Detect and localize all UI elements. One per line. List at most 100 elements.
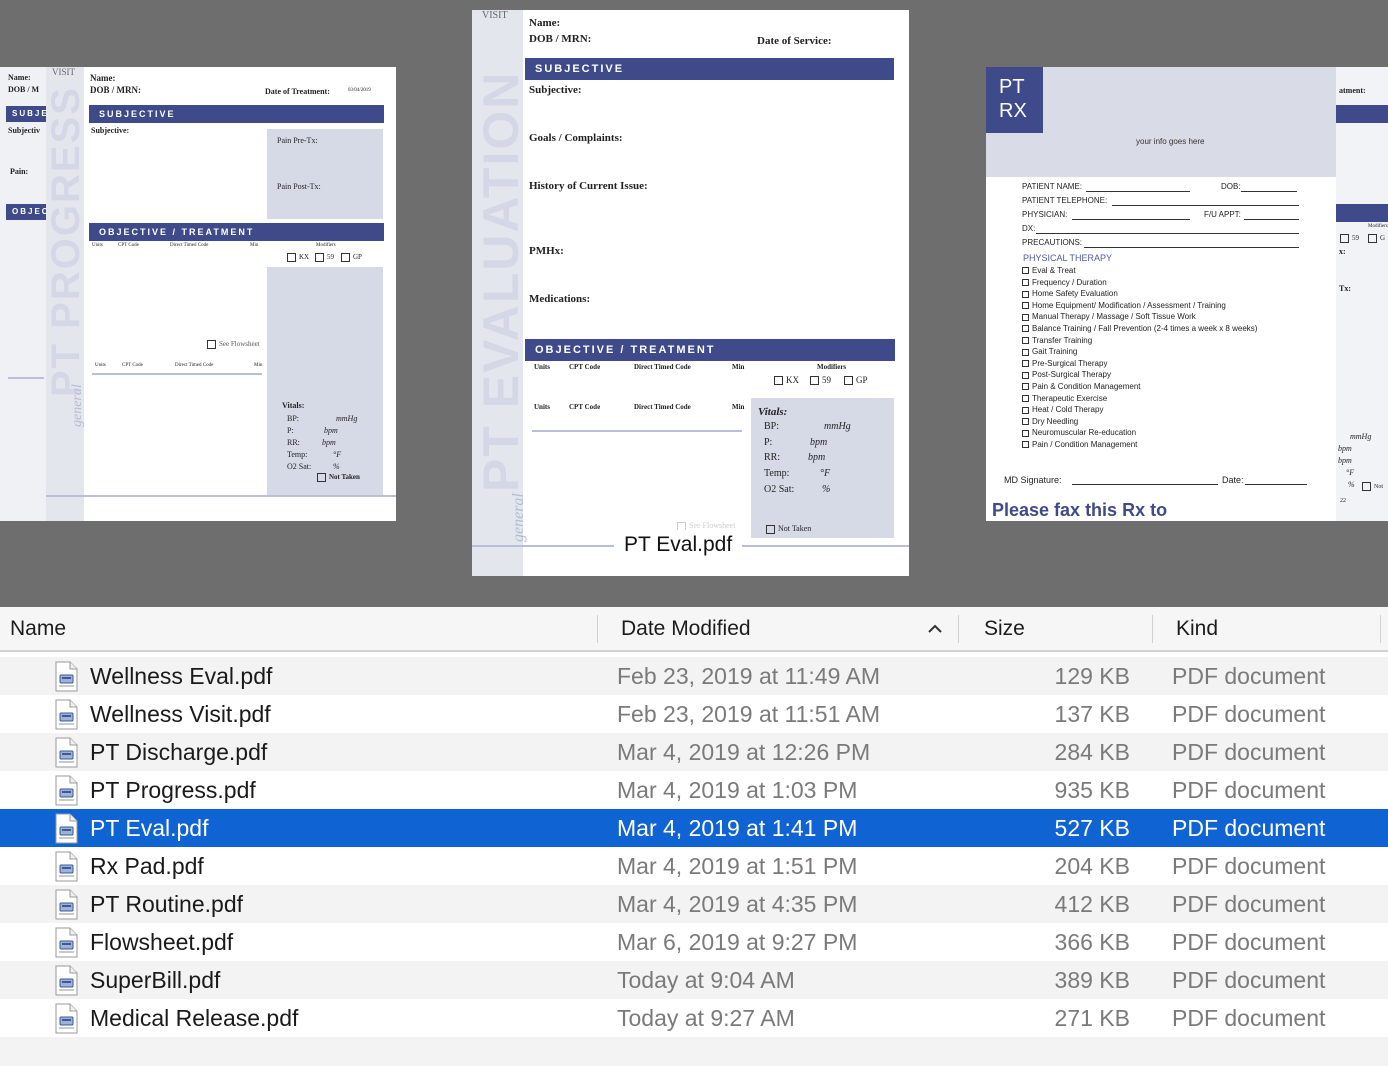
file-row[interactable]: PT Discharge.pdf Mar 4, 2019 at 12:26 PM 2… [0, 733, 1388, 771]
file-row[interactable]: PT Progress.pdf Mar 4, 2019 at 1:03 PM 935… [0, 771, 1388, 809]
objective-band: OBJECTIVE / TREATMENT [525, 339, 895, 361]
pdf-file-icon [53, 889, 79, 920]
column-divider[interactable] [1152, 615, 1153, 643]
pdf-file-icon [53, 1003, 79, 1034]
modifiers-header: Modifiers [817, 363, 847, 371]
back-not-taken: Not [1362, 482, 1383, 491]
file-date-modified: Mar 4, 2019 at 1:51 PM [617, 853, 858, 879]
goals-label: Goals / Complaints: [529, 132, 623, 144]
min-header: Min [250, 243, 259, 248]
info-placeholder: your info goes here [1136, 137, 1205, 146]
back-modifiers: Modifiers [1368, 224, 1388, 229]
checkbox-icon [1022, 429, 1029, 437]
pdf-file-icon [53, 851, 79, 882]
file-row[interactable]: Wellness Eval.pdf Feb 23, 2019 at 11:49 A… [0, 657, 1388, 695]
rx-logo: PT RX [986, 67, 1043, 133]
column-header-date-modified[interactable]: Date Modified [621, 607, 751, 650]
checkbox-icon [1022, 313, 1029, 321]
file-row[interactable]: PT Eval.pdf Mar 4, 2019 at 1:41 PM 527 KB P… [0, 809, 1388, 847]
vitals-label: Vitals: [758, 406, 788, 418]
back-g: G [1368, 234, 1385, 243]
file-date-modified: Mar 6, 2019 at 9:27 PM [617, 929, 858, 955]
temp-label: Temp: [764, 468, 790, 479]
column-header-size[interactable]: Size [984, 607, 1025, 650]
back-bpm-1: bpm [1338, 444, 1352, 453]
file-date-modified: Mar 4, 2019 at 1:41 PM [617, 815, 858, 841]
vitals-label: Vitals: [282, 401, 305, 410]
rx-checklist-item: Dry Needling [1022, 417, 1078, 426]
file-size: 935 KB [1054, 777, 1130, 803]
back-band [1336, 105, 1388, 123]
back-pct: % [1348, 480, 1355, 489]
rx-checklist-item: Frequency / Duration [1022, 278, 1107, 287]
subjective-band: SUBJECTIVE [89, 105, 384, 123]
file-kind: PDF document [1172, 777, 1326, 803]
modifier-kx: KX [287, 253, 309, 262]
back-x-label: x: [1339, 247, 1346, 256]
physician-label: PHYSICIAN: [1022, 210, 1068, 219]
see-flowsheet: See Flowsheet [207, 340, 260, 349]
file-name[interactable]: Wellness Eval.pdf [90, 657, 272, 695]
rx-checklist-item: Pain / Condition Management [1022, 440, 1137, 449]
file-row[interactable]: Wellness Visit.pdf Feb 23, 2019 at 11:51 … [0, 695, 1388, 733]
back-bpm-2: bpm [1338, 456, 1352, 465]
rr-unit: bpm [322, 438, 336, 447]
back-name-label: Name: [8, 73, 31, 82]
chevron-up-icon[interactable] [926, 620, 944, 638]
file-date-modified: Mar 4, 2019 at 1:03 PM [617, 777, 858, 803]
physical-therapy-heading: PHYSICAL THERAPY [1023, 253, 1113, 263]
bp-unit: mmHg [824, 421, 851, 432]
column-header-kind[interactable]: Kind [1176, 607, 1218, 650]
file-name[interactable]: Wellness Visit.pdf [90, 695, 271, 733]
rr-unit: bpm [808, 452, 826, 463]
file-name[interactable]: Medical Release.pdf [90, 999, 298, 1037]
objective-band: OBJECTIVE / TREATMENT [89, 223, 384, 241]
file-row[interactable]: PT Routine.pdf Mar 4, 2019 at 4:35 PM 412 … [0, 885, 1388, 923]
file-size: 284 KB [1054, 739, 1130, 765]
file-row[interactable]: Medical Release.pdf Today at 9:27 AM 271 K… [0, 999, 1388, 1037]
pain-pre-label: Pain Pre-Tx: [277, 136, 318, 145]
column-header-name[interactable]: Name [10, 607, 66, 650]
preview-rx-pad[interactable]: PT RX your info goes here PATIENT NAME: D… [986, 67, 1388, 521]
md-signature-label: MD Signature: [1004, 475, 1062, 485]
file-row[interactable]: Flowsheet.pdf Mar 6, 2019 at 9:27 PM 366 K… [0, 923, 1388, 961]
file-kind: PDF document [1172, 929, 1326, 955]
pdf-file-icon [53, 699, 79, 730]
file-name[interactable]: SuperBill.pdf [90, 961, 220, 999]
file-kind: PDF document [1172, 815, 1326, 841]
preview-pt-progress[interactable]: Name: DOB / M SUBJE Subjectiv Pain: OBJE… [0, 67, 396, 521]
pdf-file-icon [53, 927, 79, 958]
file-name[interactable]: Flowsheet.pdf [90, 923, 233, 961]
file-name[interactable]: PT Routine.pdf [90, 885, 243, 923]
preview-pt-eval[interactable]: VISIT PT EVALUATION general Name: DOB / … [472, 10, 909, 576]
cover-flow-preview[interactable]: Name: DOB / M SUBJE Subjectiv Pain: OBJE… [0, 0, 1388, 607]
file-name[interactable]: PT Eval.pdf [90, 809, 208, 847]
file-row[interactable]: Rx Pad.pdf Mar 4, 2019 at 1:51 PM 204 KB PD… [0, 847, 1388, 885]
file-kind: PDF document [1172, 663, 1326, 689]
o2-label: O2 Sat: [764, 484, 795, 495]
file-name[interactable]: PT Discharge.pdf [90, 733, 267, 771]
rx-checklist-item: Gait Training [1022, 347, 1077, 356]
checkbox-icon [1022, 418, 1029, 426]
back-treatment-label: atment: [1339, 86, 1366, 95]
file-name[interactable]: PT Progress.pdf [90, 771, 256, 809]
file-name[interactable]: Rx Pad.pdf [90, 847, 204, 885]
back-pain-label: Pain: [10, 167, 29, 176]
pmhx-label: PMHx: [529, 245, 564, 257]
modifier-kx: KX [774, 375, 799, 386]
direct-header-2: Direct Timed Code [175, 363, 214, 368]
rx-checklist-item: Manual Therapy / Massage / Soft Tissue W… [1022, 312, 1196, 321]
temp-unit: °F [333, 450, 342, 459]
file-row[interactable]: SuperBill.pdf Today at 9:04 AM 389 KB PDF d… [0, 961, 1388, 999]
back-59: 59 [1340, 234, 1359, 243]
column-divider[interactable] [597, 615, 598, 643]
rx-checklist-item: Balance Training / Fall Prevention (2-4 … [1022, 324, 1257, 333]
pdf-file-icon [53, 965, 79, 996]
temp-label: Temp: [287, 450, 308, 459]
column-divider[interactable] [958, 615, 959, 643]
fu-appt-label: F/U APPT: [1204, 210, 1241, 219]
modifier-gp: GP [341, 253, 362, 262]
o2-unit: % [333, 462, 340, 471]
list-header: Name Date Modified Size Kind [0, 607, 1388, 652]
column-divider[interactable] [1380, 615, 1381, 643]
